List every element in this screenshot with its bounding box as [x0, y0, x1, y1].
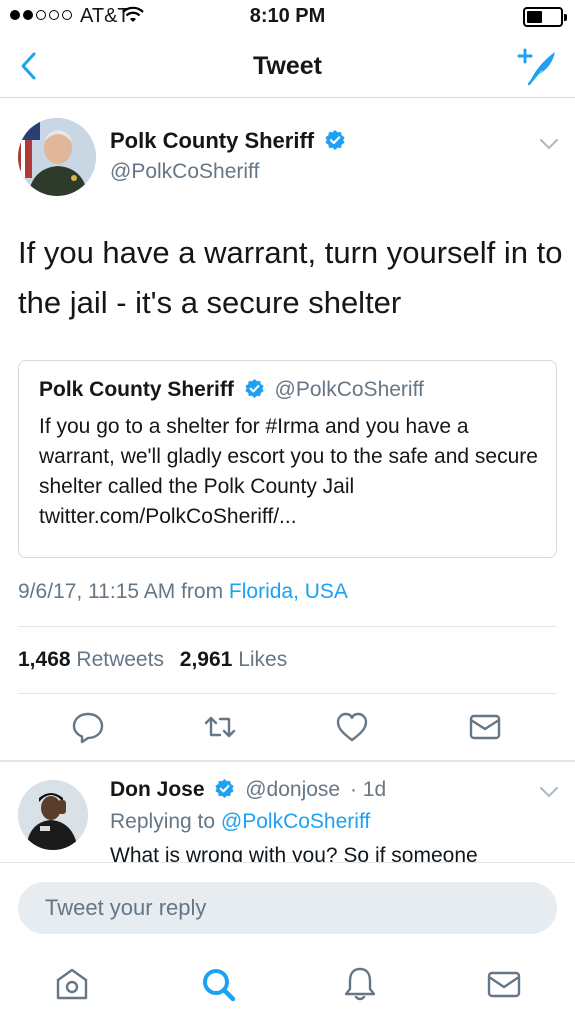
tab-bar [0, 944, 575, 1024]
quoted-tweet-header: Polk County Sheriff @PolkCoSheriff [39, 378, 424, 402]
divider [18, 626, 557, 627]
reply-text-container: What is wrong with you? So if someone [110, 842, 570, 862]
home-icon[interactable] [52, 964, 92, 1004]
navigation-bar: Tweet [0, 34, 575, 98]
like-heart-icon[interactable] [334, 709, 370, 745]
author-avatar[interactable] [18, 118, 96, 196]
messages-envelope-icon[interactable] [484, 964, 524, 1004]
location-link[interactable]: Florida, USA [229, 580, 348, 603]
retweets-label[interactable]: Retweets [76, 648, 164, 671]
reply-author-handle[interactable]: @donjose [245, 778, 340, 801]
verified-badge-icon [245, 378, 264, 399]
retweet-icon[interactable] [202, 709, 238, 745]
search-icon[interactable] [198, 964, 238, 1004]
reply-age: · 1d [349, 778, 387, 801]
reply-author-name[interactable]: Don Jose [110, 778, 205, 801]
timestamp-text: 9/6/17, 11:15 AM from [18, 580, 229, 603]
compose-tweet-icon[interactable] [515, 44, 559, 88]
status-bar: AT&T 8:10 PM [0, 0, 575, 34]
author-handle[interactable]: @PolkCoSheriff [110, 160, 259, 184]
notifications-bell-icon[interactable] [340, 964, 380, 1004]
direct-message-icon[interactable] [467, 709, 503, 745]
dropdown-chevron-icon[interactable] [538, 137, 560, 151]
verified-badge-icon [215, 778, 235, 799]
reply-text: What is wrong with you? So if someone [110, 844, 478, 862]
tweet-text: If you have a warrant, turn yourself in … [18, 235, 563, 320]
quoted-author-name: Polk County Sheriff [39, 378, 234, 401]
quoted-author-handle: @PolkCoSheriff [274, 378, 424, 401]
author-name-text: Polk County Sheriff [110, 128, 315, 153]
quoted-tweet-card[interactable]: Polk County Sheriff @PolkCoSheriff If yo… [18, 360, 557, 558]
tweet-timestamp: 9/6/17, 11:15 AM from Florida, USA [18, 580, 348, 604]
battery-icon [523, 7, 567, 27]
likes-label[interactable]: Likes [238, 648, 287, 671]
likes-count[interactable]: 2,961 [180, 648, 233, 671]
replying-to-line: Replying to @PolkCoSheriff [110, 810, 370, 834]
divider [18, 693, 557, 694]
quoted-tweet-text: If you go to a shelter for #Irma and you… [39, 415, 538, 528]
status-time: 8:10 PM [249, 5, 326, 27]
engagement-stats: 1,468 Retweets 2,961 Likes [18, 648, 297, 672]
page-title: Tweet [253, 52, 322, 80]
reply-author-avatar[interactable] [18, 780, 88, 850]
author-name[interactable]: Polk County Sheriff [110, 128, 346, 154]
replying-prefix: Replying to [110, 810, 221, 833]
dropdown-chevron-icon[interactable] [538, 785, 560, 799]
reply-header: Don Jose @donjose · 1d [110, 778, 386, 802]
replying-to-mention[interactable]: @PolkCoSheriff [221, 810, 370, 833]
reply-composer [0, 862, 575, 944]
reply-icon[interactable] [70, 709, 106, 745]
verified-badge-icon [325, 130, 345, 150]
reply-input[interactable] [18, 882, 557, 934]
section-separator [0, 760, 575, 762]
retweets-count[interactable]: 1,468 [18, 648, 71, 671]
